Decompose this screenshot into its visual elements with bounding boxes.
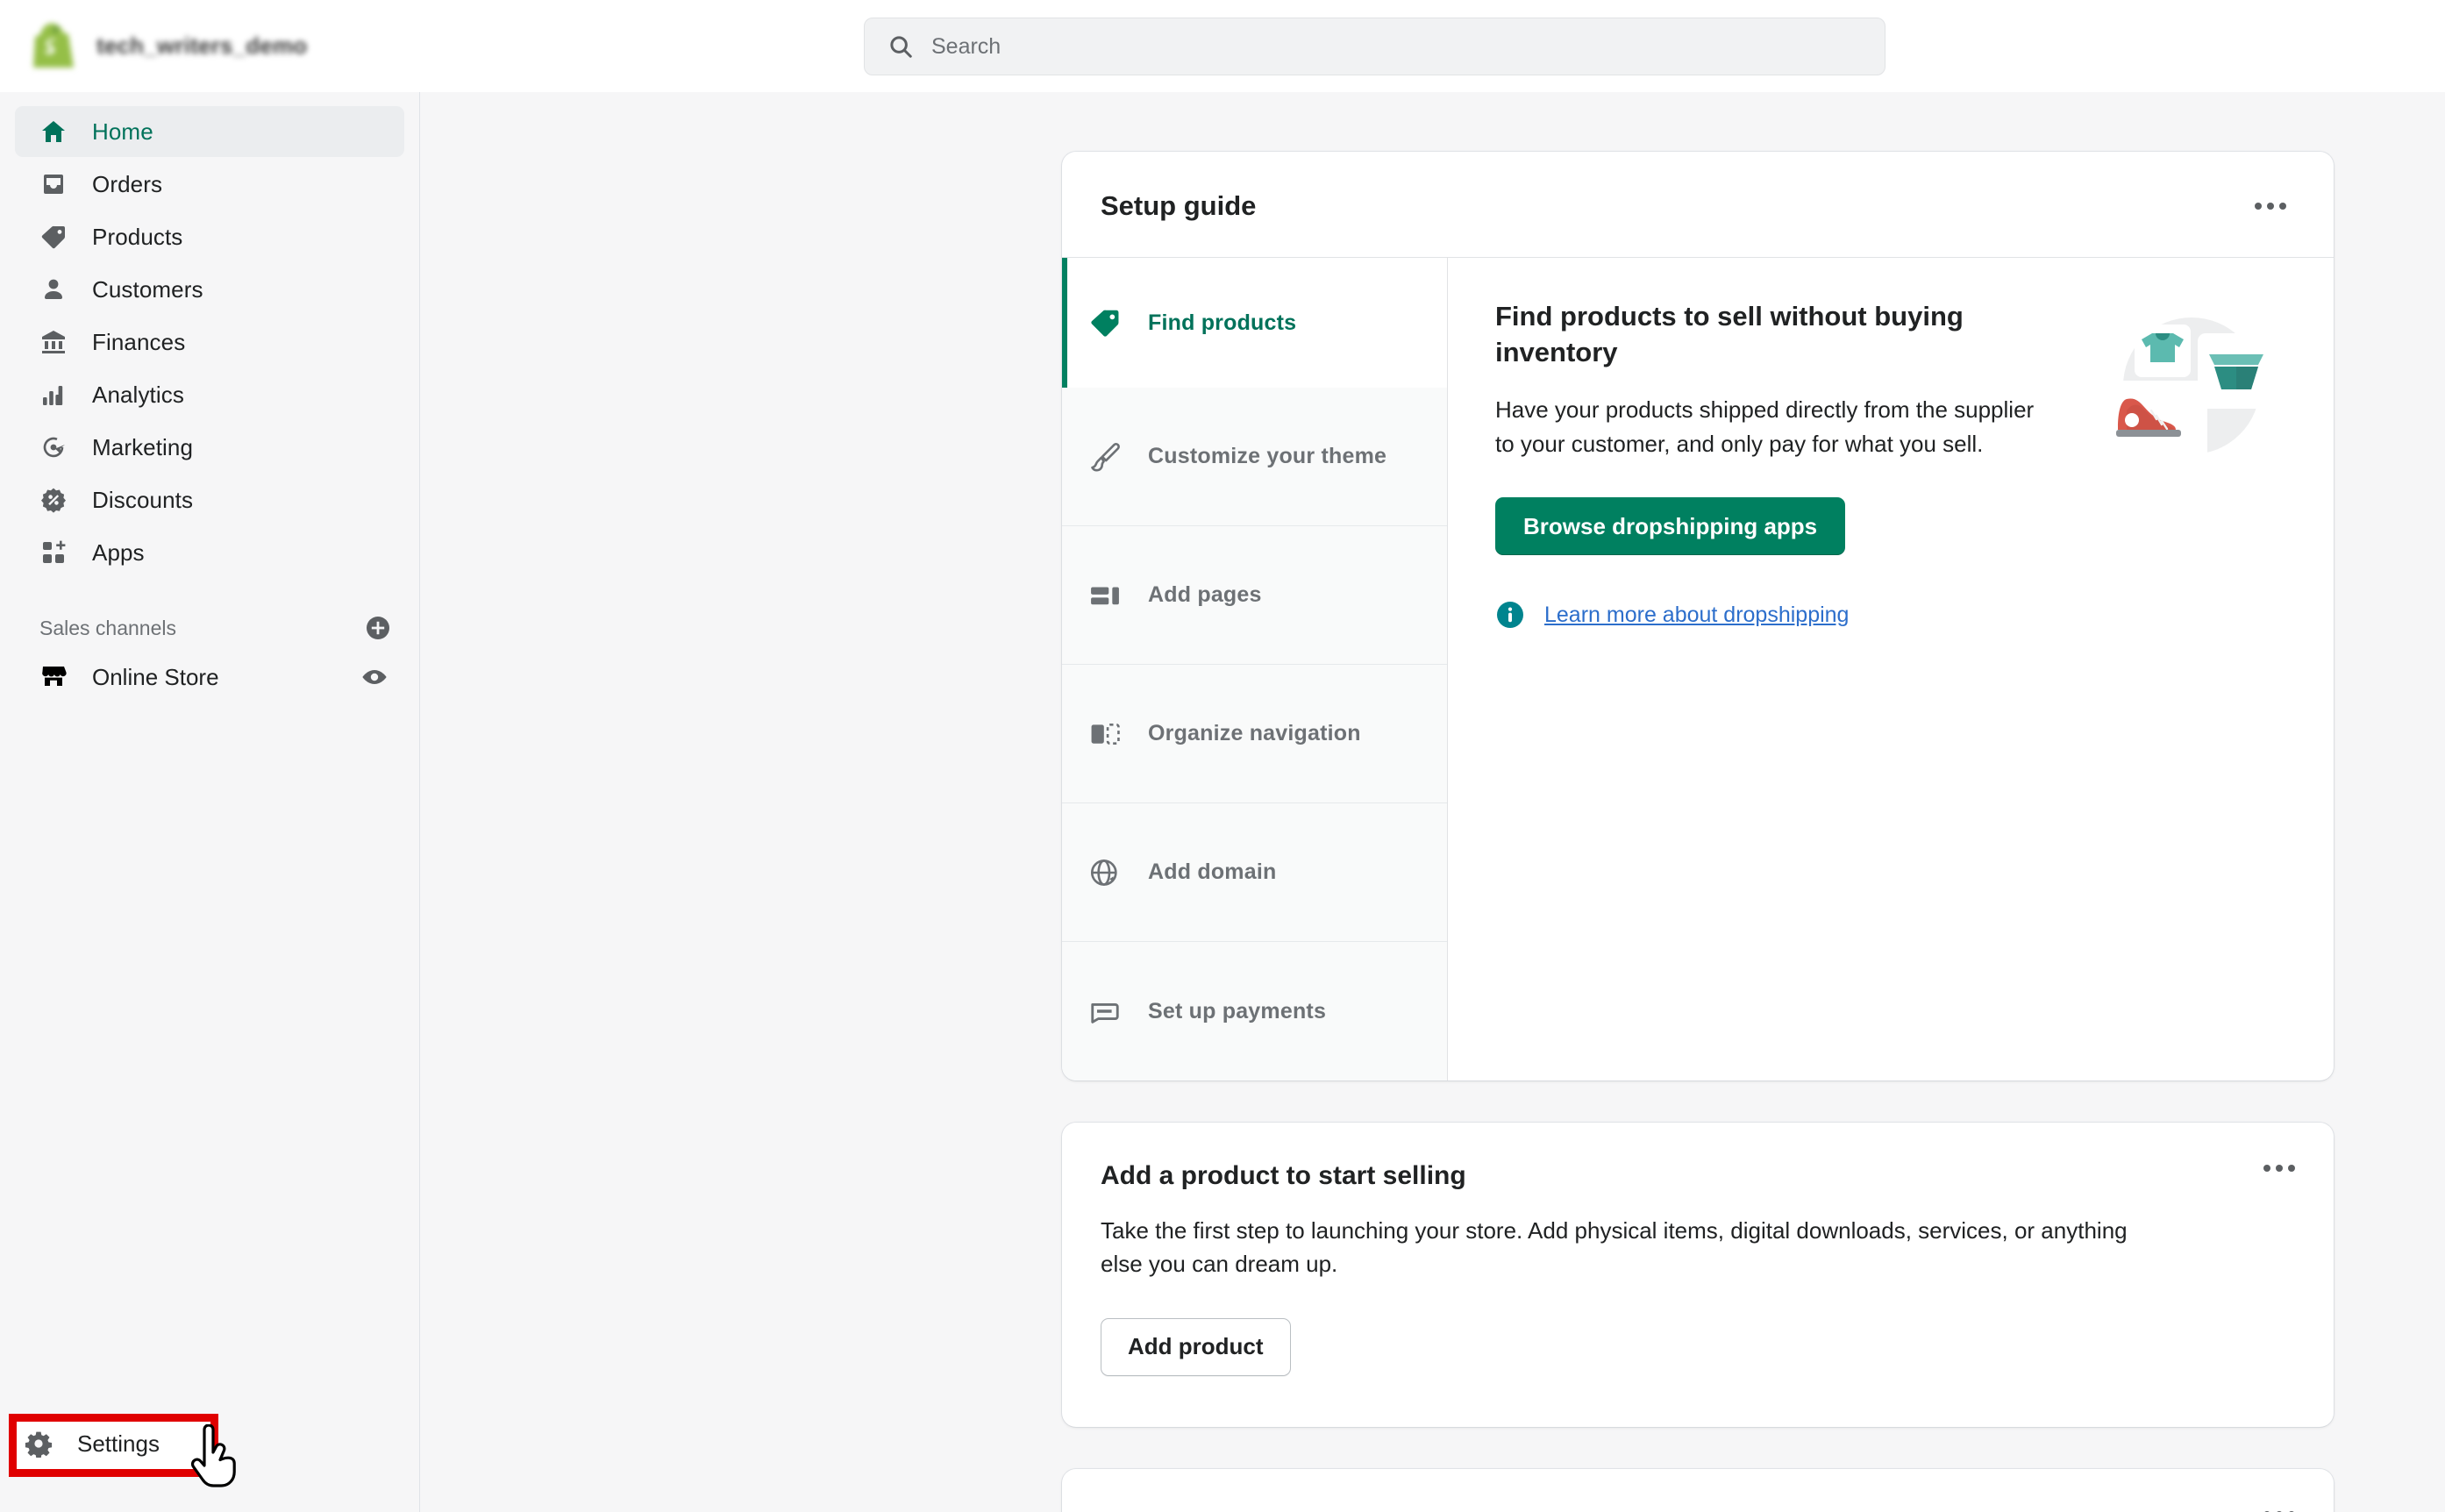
- task-customize-your-theme[interactable]: Customize your theme: [1062, 388, 1447, 526]
- sidebar-item-home[interactable]: Home: [15, 106, 404, 157]
- task-organize-navigation-label: Organize navigation: [1148, 721, 1361, 745]
- sales-channels-header: Sales channels: [39, 613, 393, 643]
- sidebar-item-finances[interactable]: Finances: [15, 317, 404, 367]
- store-name: tech_writers_demo: [96, 32, 308, 59]
- global-search[interactable]: [864, 18, 1885, 75]
- sidebar-item-apps[interactable]: Apps: [15, 527, 404, 578]
- task-customize-your-theme-label: Customize your theme: [1148, 444, 1387, 468]
- storefront-icon: [39, 661, 68, 694]
- sidebar-item-products[interactable]: Products: [15, 211, 404, 262]
- setup-guide-header: Setup guide: [1062, 152, 2334, 257]
- detail-heading: Find products to sell without buying inv…: [1495, 301, 1964, 368]
- next-card-ellipsis-icon[interactable]: [2255, 1497, 2304, 1512]
- shopify-bag-logo-icon: [32, 22, 77, 71]
- paintbrush-icon: [1088, 440, 1122, 474]
- add-product-card-title: Add a product to start selling: [1101, 1161, 1466, 1190]
- content-column: Setup guide Find products Customize your…: [1062, 152, 2334, 1512]
- sidebar-item-settings[interactable]: Settings: [25, 1430, 160, 1458]
- task-organize-navigation[interactable]: Organize navigation: [1062, 665, 1447, 803]
- browse-dropshipping-apps-button[interactable]: Browse dropshipping apps: [1495, 497, 1846, 556]
- setup-guide-body: Find products Customize your theme Add p…: [1062, 257, 2334, 1081]
- sidebar-item-analytics-label: Analytics: [92, 381, 184, 408]
- sidebar-item-orders-label: Orders: [92, 170, 163, 197]
- store-brand[interactable]: tech_writers_demo: [32, 22, 307, 71]
- sidebar-item-discounts-label: Discounts: [92, 486, 194, 513]
- analytics-bars-icon: [39, 381, 68, 409]
- customer-person-icon: [39, 275, 68, 303]
- marketing-target-icon: [39, 433, 68, 461]
- settings-zone: Settings: [0, 1407, 420, 1512]
- gear-icon: [25, 1430, 53, 1458]
- sidebar-item-finances-label: Finances: [92, 328, 186, 355]
- setup-guide-ellipsis-icon[interactable]: [2246, 189, 2295, 224]
- product-cards-illustration-icon: [2079, 300, 2281, 475]
- apps-grid-plus-icon: [39, 538, 68, 567]
- next-card-stub: [1062, 1468, 2334, 1512]
- setup-guide-title: Setup guide: [1101, 190, 1257, 221]
- setup-guide-card: Setup guide Find products Customize your…: [1062, 152, 2334, 1081]
- task-add-pages-label: Add pages: [1148, 582, 1262, 607]
- navigation-icon: [1088, 717, 1122, 751]
- task-find-products-label: Find products: [1148, 310, 1297, 335]
- sidebar-item-analytics[interactable]: Analytics: [15, 369, 404, 420]
- sidebar-item-customers-label: Customers: [92, 275, 203, 303]
- add-product-card-body-text: Take the first step to launching your st…: [1101, 1217, 2128, 1278]
- info-circle-icon: [1495, 600, 1525, 630]
- sales-channels-title: Sales channels: [39, 616, 176, 639]
- setup-guide-task-list: Find products Customize your theme Add p…: [1062, 258, 1448, 1081]
- payment-card-icon: [1088, 995, 1122, 1028]
- detail-body-text: Have your products shipped directly from…: [1495, 396, 2035, 457]
- sidebar-item-orders[interactable]: Orders: [15, 159, 404, 210]
- finances-bank-icon: [39, 328, 68, 356]
- next-card-stub-body: [1062, 1469, 2334, 1512]
- sidebar-item-customers[interactable]: Customers: [15, 264, 404, 315]
- task-find-products[interactable]: Find products: [1062, 258, 1447, 388]
- task-add-domain[interactable]: Add domain: [1062, 803, 1447, 942]
- search-icon: [887, 33, 914, 60]
- task-set-up-payments-label: Set up payments: [1148, 998, 1327, 1023]
- sidebar-item-marketing-label: Marketing: [92, 433, 194, 460]
- discount-percent-icon: [39, 486, 68, 514]
- sidebar-item-settings-label: Settings: [77, 1430, 160, 1457]
- circle-plus-icon[interactable]: [363, 613, 393, 643]
- add-product-card-ellipsis-icon[interactable]: [2255, 1151, 2304, 1186]
- add-product-button[interactable]: Add product: [1101, 1317, 1291, 1376]
- task-add-pages[interactable]: Add pages: [1062, 526, 1447, 665]
- sidebar-item-online-store-label: Online Store: [92, 663, 219, 690]
- main-content: Setup guide Find products Customize your…: [420, 92, 2445, 1512]
- home-icon: [39, 118, 68, 146]
- primary-navigation: Home Orders Products Customers Finances: [0, 92, 419, 578]
- pages-layout-icon: [1088, 579, 1122, 612]
- learn-more-row: Learn more about dropshipping: [1495, 600, 1849, 630]
- sidebar-item-apps-label: Apps: [92, 538, 145, 566]
- sidebar-item-online-store[interactable]: Online Store: [15, 652, 404, 703]
- search-input[interactable]: [931, 33, 1850, 60]
- product-tag-icon: [39, 223, 68, 251]
- sidebar-item-discounts[interactable]: Discounts: [15, 474, 404, 525]
- sidebar-item-home-label: Home: [92, 118, 153, 145]
- product-tag-icon: [1088, 306, 1122, 339]
- setup-guide-detail-panel: Find products to sell without buying inv…: [1448, 258, 2334, 1081]
- sidebar: Home Orders Products Customers Finances: [0, 92, 420, 1512]
- learn-more-about-dropshipping-link[interactable]: Learn more about dropshipping: [1544, 603, 1849, 628]
- top-bar: tech_writers_demo: [0, 0, 2445, 92]
- add-product-card: Add a product to start selling Take the …: [1062, 1123, 2334, 1427]
- globe-domain-icon: [1088, 856, 1122, 889]
- search-box[interactable]: [864, 18, 1885, 75]
- task-set-up-payments[interactable]: Set up payments: [1062, 942, 1447, 1081]
- add-product-card-body: Add a product to start selling Take the …: [1062, 1123, 2334, 1427]
- task-add-domain-label: Add domain: [1148, 859, 1277, 884]
- orders-inbox-icon: [39, 170, 68, 198]
- eye-icon[interactable]: [360, 663, 388, 691]
- sidebar-item-products-label: Products: [92, 223, 183, 250]
- sidebar-item-marketing[interactable]: Marketing: [15, 422, 404, 473]
